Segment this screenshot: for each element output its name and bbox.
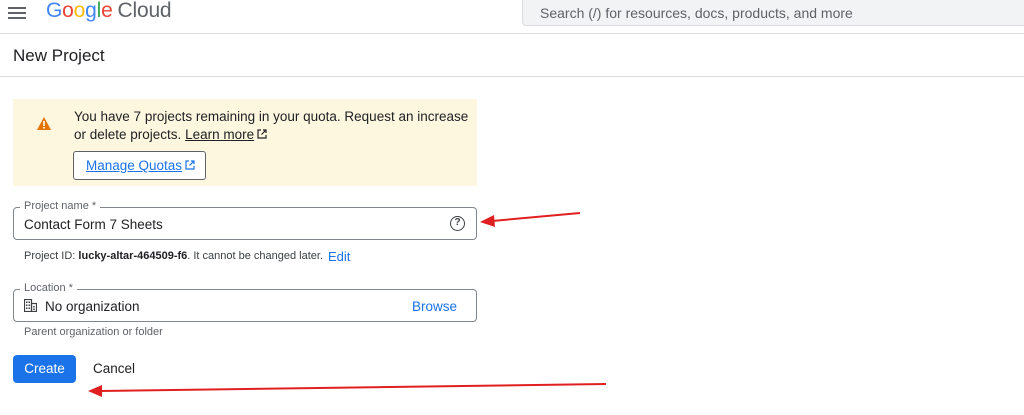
- search-input[interactable]: Search (/) for resources, docs, products…: [522, 0, 1024, 26]
- create-button[interactable]: Create: [13, 355, 76, 383]
- logo-letter: o: [62, 0, 74, 22]
- project-id-prefix: Project ID:: [24, 250, 76, 262]
- logo-letter: g: [85, 0, 97, 22]
- annotation-arrow-icon: [480, 212, 581, 227]
- external-link-icon: [257, 129, 267, 139]
- page-header: New Project: [0, 34, 1024, 77]
- project-id-value: lucky-altar-464509-f6: [78, 250, 188, 262]
- quota-warning-banner: You have 7 projects remaining in your qu…: [13, 99, 477, 186]
- manage-quotas-label: Manage Quotas: [86, 158, 183, 173]
- quota-message-text: You have 7 projects remaining in your qu…: [74, 109, 469, 142]
- cancel-button[interactable]: Cancel: [93, 361, 135, 376]
- learn-more-label: Learn more: [185, 127, 255, 142]
- project-id-suffix: . It cannot be changed later.: [187, 250, 324, 262]
- external-link-icon: [185, 160, 195, 170]
- building-icon: [24, 299, 37, 312]
- location-label: Location *: [20, 282, 77, 294]
- logo-cloud-text: Cloud: [117, 0, 172, 22]
- learn-more-link[interactable]: Learn more: [185, 127, 254, 142]
- annotation-arrow-icon: [88, 383, 607, 397]
- project-name-label: Project name *: [20, 200, 101, 212]
- project-name-value[interactable]: Contact Form 7 Sheets: [24, 217, 163, 232]
- hamburger-menu-icon[interactable]: [8, 4, 26, 20]
- quota-message: You have 7 projects remaining in your qu…: [74, 108, 474, 144]
- top-bar: Google Cloud Search (/) for resources, do…: [0, 0, 1024, 34]
- browse-button[interactable]: Browse: [412, 299, 457, 314]
- page-title: New Project: [13, 46, 105, 65]
- warning-icon: [37, 117, 51, 130]
- google-cloud-logo[interactable]: Google Cloud: [46, 0, 172, 23]
- logo-letter: e: [101, 0, 113, 22]
- manage-quotas-button[interactable]: Manage Quotas: [73, 151, 206, 180]
- location-helper-text: Parent organization or folder: [24, 326, 163, 338]
- location-value: No organization: [45, 299, 140, 314]
- search-placeholder: Search (/) for resources, docs, products…: [540, 5, 853, 21]
- help-icon[interactable]: ?: [450, 216, 465, 231]
- logo-letter: o: [73, 0, 86, 22]
- location-field[interactable]: Location * No organization Browse: [13, 282, 477, 322]
- edit-project-id-link[interactable]: Edit: [328, 249, 350, 264]
- project-name-field[interactable]: Project name * Contact Form 7 Sheets ?: [13, 200, 477, 240]
- project-id-text: Project ID: lucky-altar-464509-f6. It ca…: [24, 250, 323, 262]
- logo-letter: G: [46, 0, 63, 22]
